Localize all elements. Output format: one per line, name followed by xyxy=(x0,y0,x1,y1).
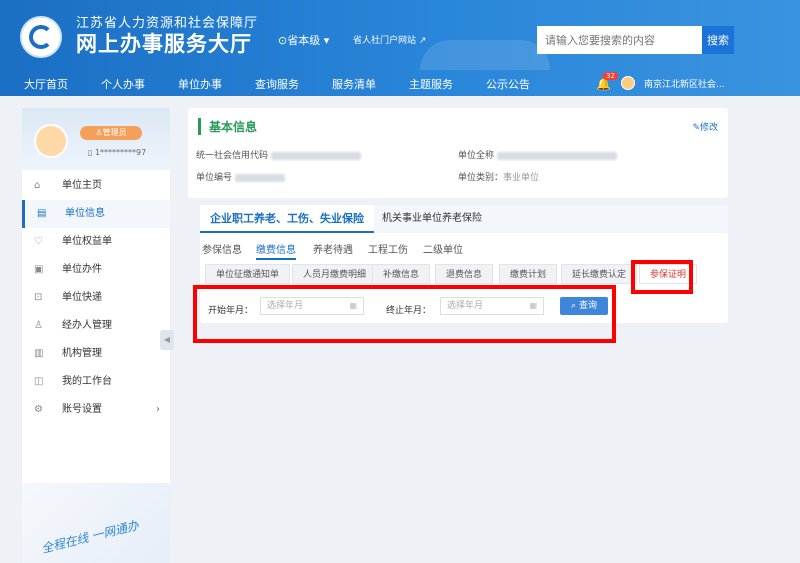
truck-icon: ⊡ xyxy=(34,292,43,303)
header: 江苏省人力资源和社会保障厅 网上办事服务大厅 ⊙省本级 ▾ 省人社门户网站 ↗ … xyxy=(0,0,800,96)
sidebar-item-agents[interactable]: ♙ 经办人管理 xyxy=(22,312,170,340)
credit-code-field: 统一社会信用代码 xyxy=(196,148,361,161)
search-button[interactable]: 搜索 xyxy=(702,26,734,54)
sidebar-item-org[interactable]: ▥ 机构管理 xyxy=(22,340,170,368)
sidebar-item-rights[interactable]: ♡ 单位权益单 xyxy=(22,228,170,256)
sidebar-item-label: 经办人管理 xyxy=(62,320,112,331)
highlight-frame-filter xyxy=(193,285,616,343)
site-title: 网上办事服务大厅 xyxy=(76,32,252,56)
phone-text: 1*********97 xyxy=(94,148,147,157)
collapse-sidebar-button[interactable]: ◀ xyxy=(160,330,174,350)
chart-icon: ◫ xyxy=(34,376,44,387)
phone-number: ▯ 1*********97 xyxy=(88,148,146,157)
header-skyline xyxy=(420,40,550,70)
tab-enterprise-insurance[interactable]: 企业职工养老、工伤、失业保险 xyxy=(200,205,374,233)
logo[interactable] xyxy=(20,16,62,58)
field-label: 单位全称 xyxy=(458,151,495,161)
highlight-frame-certificate xyxy=(631,260,693,294)
search-input[interactable] xyxy=(537,26,702,54)
heart-icon: ♡ xyxy=(34,236,43,247)
level-label: 省本级 xyxy=(287,34,321,47)
notification-badge: 32 xyxy=(603,72,618,80)
user-name[interactable]: 南京江北新区社会... xyxy=(644,77,725,90)
pill-refund[interactable]: 退费信息 xyxy=(435,264,494,284)
role-badge: ♙管理员 xyxy=(80,126,142,140)
portal-link[interactable]: 省人社门户网站 ↗ xyxy=(353,33,426,46)
sidebar-item-label: 单位办件 xyxy=(62,264,102,275)
nav-unit[interactable]: 单位办事 xyxy=(178,76,222,92)
field-label: 单位类别： xyxy=(458,173,504,183)
field-label: 单位编号 xyxy=(196,173,233,183)
pill-extended-payment[interactable]: 延长缴费认定 xyxy=(561,264,638,284)
nav-home[interactable]: 大厅首页 xyxy=(24,76,68,92)
subtab-payment[interactable]: 缴费信息 xyxy=(256,241,296,260)
subtab-work-injury[interactable]: 工程工伤 xyxy=(368,241,408,256)
sidebar-item-account[interactable]: ⚙ 账号设置 › xyxy=(22,396,170,424)
basic-info-card: 基本信息 ✎修改 统一社会信用代码 单位全称 单位编号 单位类别：事业单位 xyxy=(188,108,728,198)
phone-icon: ▯ xyxy=(88,148,93,157)
unit-no-field: 单位编号 xyxy=(196,170,285,183)
pill-collection-notice[interactable]: 单位征缴通知单 xyxy=(205,264,291,284)
location-pin-icon: ⊙ xyxy=(278,34,288,47)
section-title: 基本信息 xyxy=(198,118,257,135)
sidebar-item-label: 单位信息 xyxy=(65,208,105,219)
illustration-slogan-image: 全程在线 一网通办 xyxy=(39,518,141,556)
nav-personal[interactable]: 个人办事 xyxy=(101,76,145,92)
home-icon: ⌂ xyxy=(34,180,41,191)
sidebar-item-label: 单位权益单 xyxy=(62,236,112,247)
sidebar-item-label: 机构管理 xyxy=(62,348,102,359)
pill-back-payment[interactable]: 补缴信息 xyxy=(372,264,431,284)
avatar[interactable] xyxy=(621,76,635,90)
unit-type-value: 事业单位 xyxy=(503,173,540,183)
sidebar-item-label: 账号设置 xyxy=(62,404,102,415)
subtab-enrollment[interactable]: 参保信息 xyxy=(202,241,242,256)
nav-query[interactable]: 查询服务 xyxy=(255,76,299,92)
nav-announcements[interactable]: 公示公告 xyxy=(486,76,530,92)
sidebar-item-label: 单位主页 xyxy=(62,180,102,191)
edit-button[interactable]: ✎修改 xyxy=(692,120,718,133)
pencil-icon: ✎ xyxy=(692,123,700,133)
sidebar-item-label: 我的工作台 xyxy=(62,376,112,387)
sidebar-item-unit-info[interactable]: ▤ 单位信息 xyxy=(22,200,170,228)
redacted-value xyxy=(234,173,285,182)
unit-type-field: 单位类别：事业单位 xyxy=(458,170,539,183)
profile-panel: ♙管理员 ▯ 1*********97 xyxy=(22,108,170,170)
pill-payment-plan[interactable]: 缴费计划 xyxy=(499,264,558,284)
field-label: 统一社会信用代码 xyxy=(196,151,269,161)
file-icon: ▣ xyxy=(34,264,44,275)
nav-topics[interactable]: 主题服务 xyxy=(409,76,453,92)
sidebar-item-label: 单位快递 xyxy=(62,292,102,303)
sidebar-illustration: 全程在线 一网通办 xyxy=(22,483,170,563)
user-icon: ♙ xyxy=(34,320,43,331)
tab-institution-pension[interactable]: 机关事业单位养老保险 xyxy=(382,205,482,233)
chevron-down-icon: ▾ xyxy=(323,34,330,47)
sidebar: ♙管理员 ▯ 1*********97 ⌂ 单位主页 ▤ 单位信息 ♡ 单位权益单 ▣… xyxy=(22,108,170,563)
document-icon: ▤ xyxy=(37,208,47,219)
sidebar-item-cases[interactable]: ▣ 单位办件 xyxy=(22,256,170,284)
subtab-pension[interactable]: 养老待遇 xyxy=(313,241,353,256)
role-label: 管理员 xyxy=(102,128,127,137)
user-icon: ♙ xyxy=(95,128,103,137)
edit-label: 修改 xyxy=(699,123,718,133)
share-icon: ↗ xyxy=(418,36,427,46)
unit-name-field: 单位全称 xyxy=(458,148,617,161)
portal-label: 省人社门户网站 xyxy=(353,36,417,46)
chevron-right-icon: › xyxy=(156,404,160,415)
avatar xyxy=(34,124,68,158)
nav-service-list[interactable]: 服务清单 xyxy=(332,76,376,92)
sidebar-item-unit-home[interactable]: ⌂ 单位主页 xyxy=(22,172,170,200)
redacted-value xyxy=(496,151,617,160)
sidebar-item-workbench[interactable]: ◫ 我的工作台 xyxy=(22,368,170,396)
level-selector[interactable]: ⊙省本级 ▾ xyxy=(278,32,329,48)
settings-icon: ⚙ xyxy=(34,404,43,415)
pill-monthly-detail[interactable]: 人员月缴费明细 xyxy=(292,264,378,284)
redacted-value xyxy=(270,151,361,160)
sidebar-item-express[interactable]: ⊡ 单位快递 xyxy=(22,284,170,312)
chevron-left-icon: ◀ xyxy=(163,335,171,344)
logo-mark-icon xyxy=(29,25,53,49)
building-icon: ▥ xyxy=(34,348,44,359)
subtab-secondary-unit[interactable]: 二级单位 xyxy=(423,241,463,256)
